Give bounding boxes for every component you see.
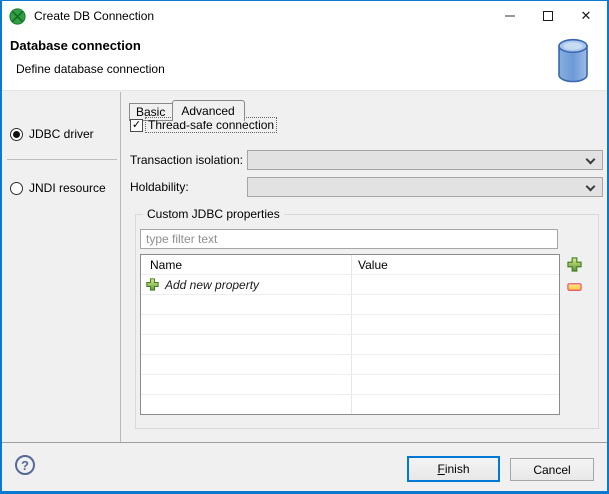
table-row[interactable] bbox=[141, 315, 559, 335]
question-mark-icon: ? bbox=[21, 457, 29, 473]
database-icon bbox=[556, 38, 590, 86]
minimize-icon bbox=[505, 15, 515, 17]
maximize-icon bbox=[543, 11, 553, 21]
sidebar-separator bbox=[7, 159, 117, 160]
dialog-header: Database connection Define database conn… bbox=[2, 31, 607, 91]
plus-icon bbox=[567, 257, 582, 275]
chevron-down-icon bbox=[585, 181, 596, 192]
add-property-plus-icon bbox=[146, 278, 159, 291]
window-title: Create DB Connection bbox=[34, 9, 155, 23]
title-bar: Create DB Connection ✕ bbox=[2, 1, 607, 31]
radio-selected-icon bbox=[10, 127, 23, 141]
transaction-isolation-label: Transaction isolation: bbox=[130, 153, 243, 167]
column-header-value[interactable]: Value bbox=[352, 255, 559, 274]
minus-icon bbox=[567, 280, 582, 295]
panel-divider bbox=[120, 92, 121, 443]
chevron-down-icon bbox=[585, 154, 596, 165]
close-icon: ✕ bbox=[580, 8, 592, 23]
footer-separator bbox=[2, 442, 607, 443]
radio-jdbc-driver-label: JDBC driver bbox=[29, 127, 94, 141]
table-row[interactable] bbox=[141, 395, 559, 414]
table-row[interactable] bbox=[141, 335, 559, 355]
page-subtitle: Define database connection bbox=[16, 62, 165, 76]
transaction-isolation-select[interactable] bbox=[247, 150, 603, 170]
remove-property-button[interactable] bbox=[567, 282, 582, 292]
help-button[interactable]: ? bbox=[15, 455, 35, 475]
table-row[interactable] bbox=[141, 295, 559, 315]
checkbox-checked-icon[interactable]: ✓ bbox=[130, 118, 143, 132]
add-new-property-row[interactable]: Add new property bbox=[141, 275, 559, 295]
table-row[interactable] bbox=[141, 375, 559, 395]
holdability-label: Holdability: bbox=[130, 180, 189, 194]
radio-jdbc-driver[interactable]: JDBC driver bbox=[10, 127, 94, 141]
add-new-property-label: Add new property bbox=[165, 277, 260, 292]
page-title: Database connection bbox=[10, 38, 141, 53]
radio-jndi-resource-label: JNDI resource bbox=[29, 181, 106, 195]
finish-button[interactable]: Finish bbox=[407, 456, 500, 482]
table-row[interactable] bbox=[141, 355, 559, 375]
cancel-button[interactable]: Cancel bbox=[510, 458, 594, 481]
group-title: Custom JDBC properties bbox=[143, 207, 284, 221]
radio-unselected-icon bbox=[10, 181, 23, 195]
cloverdx-logo-icon bbox=[9, 7, 26, 25]
holdability-select[interactable] bbox=[247, 177, 603, 197]
create-db-connection-dialog: Create DB Connection ✕ Database connecti… bbox=[0, 0, 609, 494]
tab-advanced[interactable]: Advanced bbox=[172, 100, 245, 121]
filter-input[interactable] bbox=[140, 229, 558, 249]
add-property-button[interactable] bbox=[567, 257, 582, 272]
table-header-row: Name Value bbox=[141, 255, 559, 275]
column-header-name[interactable]: Name bbox=[141, 255, 352, 274]
maximize-button[interactable] bbox=[529, 1, 567, 31]
properties-table[interactable]: Name Value Add new property bbox=[140, 254, 560, 415]
minimize-button[interactable] bbox=[491, 1, 529, 31]
close-button[interactable]: ✕ bbox=[567, 1, 605, 31]
radio-jndi-resource[interactable]: JNDI resource bbox=[10, 181, 106, 195]
